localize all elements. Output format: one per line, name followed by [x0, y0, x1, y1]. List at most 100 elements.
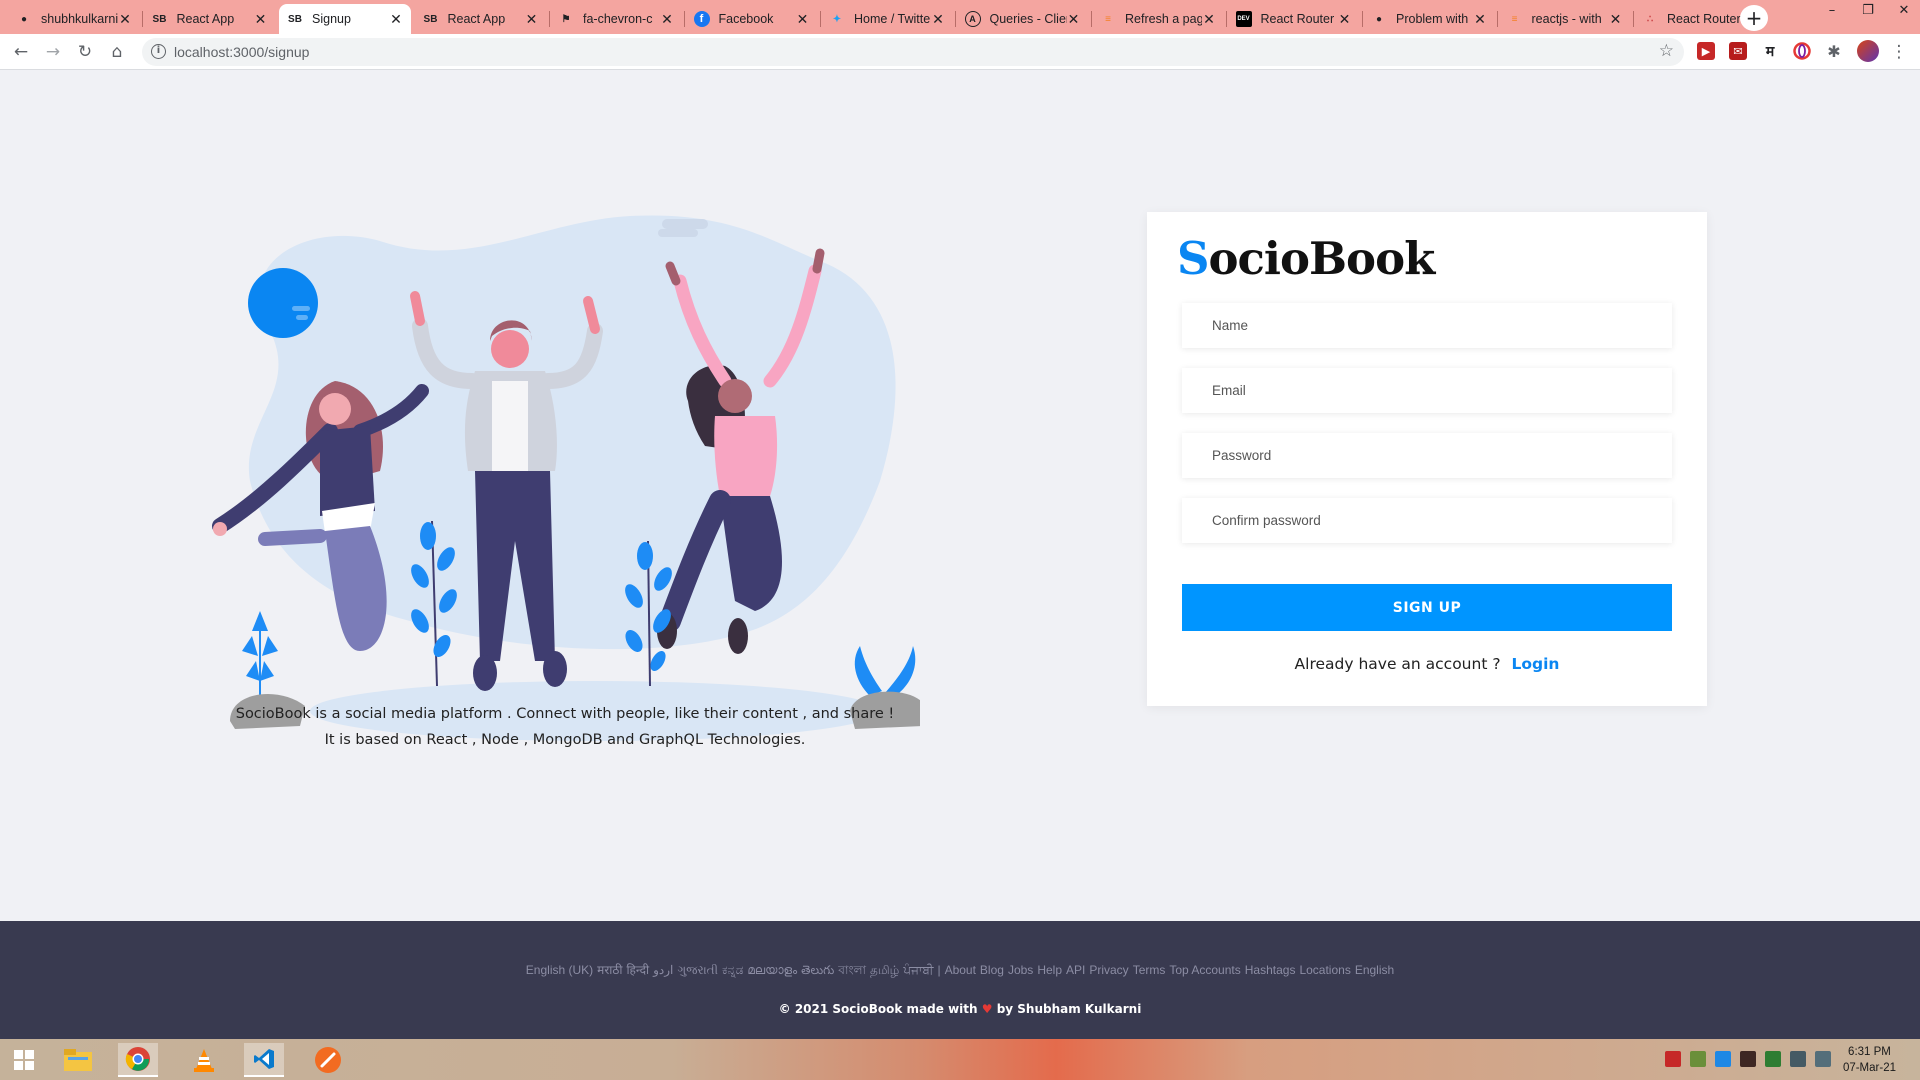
footer-link[interactable]: বাংলা — [838, 963, 866, 977]
tab-title: Signup — [312, 12, 351, 26]
footer-link[interactable]: മലയാളം — [747, 963, 797, 977]
bookmark-star-icon[interactable]: ☆ — [1659, 41, 1674, 61]
footer-link[interactable]: हिन्दी — [626, 963, 649, 977]
sketch-app-icon[interactable] — [308, 1043, 348, 1077]
footer-link[interactable]: ಕನ್ನಡ — [722, 963, 743, 977]
footer-link[interactable]: Locations — [1299, 963, 1350, 977]
browser-tab[interactable]: ● shubhkulkarni ✕ — [8, 4, 140, 34]
footer-link[interactable]: Top Accounts — [1169, 963, 1240, 977]
clock-time: 6:31 PM — [1848, 1046, 1891, 1058]
tray-nvidia-icon[interactable] — [1765, 1051, 1781, 1067]
clock-date: 07-Mar-21 — [1842, 1062, 1896, 1074]
footer-divider: | — [937, 963, 941, 977]
tab-title: React Router — [1667, 12, 1741, 26]
back-arrow-icon[interactable]: ← — [10, 41, 32, 63]
tab-close-icon[interactable]: ✕ — [118, 11, 132, 28]
footer-link[interactable]: मराठी — [597, 963, 622, 977]
profile-avatar[interactable] — [1857, 40, 1879, 62]
tab-close-icon[interactable]: ✕ — [525, 11, 539, 28]
extension-red-icon[interactable]: ▶ — [1697, 42, 1715, 60]
tab-close-icon[interactable]: ✕ — [1609, 11, 1623, 28]
browser-tab[interactable]: ✦ Home / Twitter ✕ — [821, 4, 953, 34]
tray-network-icon[interactable] — [1690, 1051, 1706, 1067]
tray-app-icon[interactable] — [1715, 1051, 1731, 1067]
reload-icon[interactable]: ↻ — [74, 41, 96, 63]
footer-link[interactable]: Jobs — [1008, 963, 1033, 977]
tab-close-icon[interactable]: ✕ — [1473, 11, 1487, 28]
forward-arrow-icon[interactable]: → — [42, 41, 64, 63]
windows-start-icon[interactable] — [4, 1043, 44, 1077]
chrome-taskbar-icon[interactable] — [118, 1043, 158, 1077]
tray-flag-icon[interactable] — [1665, 1051, 1681, 1067]
new-tab-button[interactable]: + — [1740, 5, 1768, 31]
browser-tab[interactable]: A Queries - Client✕ — [957, 4, 1089, 34]
tab-title: Problem with — [1396, 12, 1469, 26]
tray-battery-icon[interactable] — [1740, 1051, 1756, 1067]
tab-close-icon[interactable]: ✕ — [389, 11, 403, 28]
footer-link[interactable]: English (UK) — [526, 963, 593, 977]
footer-link[interactable]: தமிழ் — [870, 963, 899, 977]
sun-circle — [248, 268, 318, 338]
footer-link[interactable]: API — [1066, 963, 1085, 977]
footer-link[interactable]: తెలుగు — [801, 963, 834, 977]
vlc-icon[interactable] — [184, 1043, 224, 1077]
opera-icon[interactable] — [1793, 42, 1811, 60]
sign-up-button[interactable]: SIGN UP — [1182, 584, 1672, 631]
address-bar[interactable]: i localhost:3000/signup ☆ — [142, 38, 1684, 66]
dev-icon: DEV — [1235, 11, 1252, 27]
browser-tab[interactable]: DEV React Router ✕ — [1228, 4, 1360, 34]
extension-marathi-icon[interactable]: म — [1761, 42, 1779, 60]
extension-stamp-icon[interactable]: ✉ — [1729, 42, 1747, 60]
address-url[interactable]: localhost:3000/signup — [174, 44, 309, 60]
signup-card: SocioBook SIGN UP Already have an accoun… — [1147, 212, 1707, 706]
tab-close-icon[interactable]: ✕ — [931, 11, 945, 28]
email-input[interactable] — [1182, 368, 1672, 413]
tab-close-icon[interactable]: ✕ — [660, 11, 674, 28]
footer-link[interactable]: Blog — [980, 963, 1004, 977]
footer-link[interactable]: ગુજરાતી — [677, 963, 718, 977]
login-prompt: Already have an account ? Login — [1147, 655, 1707, 673]
footer-link[interactable]: About — [945, 963, 976, 977]
close-window-button[interactable]: ✕ — [1888, 0, 1920, 20]
home-icon[interactable]: ⌂ — [106, 41, 128, 63]
windows-taskbar: 6:31 PM 07-Mar-21 — [0, 1039, 1920, 1080]
password-input[interactable] — [1182, 433, 1672, 478]
sb-logo-icon: SB — [288, 13, 302, 25]
menu-dots-icon[interactable]: ⋮ — [1888, 41, 1910, 63]
tab-close-icon[interactable]: ✕ — [796, 11, 810, 28]
footer-link[interactable]: Help — [1037, 963, 1062, 977]
file-explorer-icon[interactable] — [58, 1043, 98, 1077]
browser-tab[interactable]: SB Signup ✕ — [279, 4, 411, 34]
tray-wifi-icon[interactable] — [1790, 1051, 1806, 1067]
login-link[interactable]: Login — [1512, 655, 1560, 673]
browser-tab[interactable]: ⚑ fa-chevron-c ✕ — [550, 4, 682, 34]
tray-volume-icon[interactable] — [1815, 1051, 1831, 1067]
vscode-icon[interactable] — [244, 1043, 284, 1077]
tab-close-icon[interactable]: ✕ — [254, 11, 268, 28]
confirm-password-input[interactable] — [1182, 498, 1672, 543]
tab-close-icon[interactable]: ✕ — [1338, 11, 1352, 28]
restore-button[interactable]: ❐ — [1852, 0, 1884, 20]
browser-tab[interactable]: ≡ Refresh a page ✕ — [1092, 4, 1224, 34]
name-input[interactable] — [1182, 303, 1672, 348]
footer-link[interactable]: Terms — [1133, 963, 1166, 977]
signup-page: SocioBook is a social media platform . C… — [0, 71, 1920, 921]
browser-tab[interactable]: ≡ reactjs - with ✕ — [1499, 4, 1631, 34]
browser-tab[interactable]: SB React App ✕ — [144, 4, 276, 34]
footer-link[interactable]: ਪੰਜਾਬੀ — [903, 963, 933, 977]
footer-link[interactable]: Hashtags — [1245, 963, 1296, 977]
tab-close-icon[interactable]: ✕ — [1067, 11, 1081, 28]
footer-link[interactable]: English — [1355, 963, 1394, 977]
logo-first-letter: S — [1177, 232, 1209, 285]
tab-close-icon[interactable]: ✕ — [1202, 11, 1216, 28]
site-info-icon[interactable]: i — [151, 44, 166, 59]
footer-link[interactable]: Privacy — [1089, 963, 1128, 977]
taskbar-clock[interactable]: 6:31 PM 07-Mar-21 — [1843, 1044, 1896, 1076]
browser-tab[interactable]: ● Problem with ✕ — [1363, 4, 1495, 34]
puzzle-extensions-icon[interactable]: ✱ — [1825, 42, 1843, 61]
footer-link[interactable]: اردو — [653, 963, 673, 977]
browser-tab[interactable]: f Facebook ✕ — [686, 4, 818, 34]
minimize-button[interactable]: – — [1816, 0, 1848, 20]
copyright-line: © 2021 SocioBook made with ♥ by Shubham … — [0, 1002, 1920, 1016]
browser-tab[interactable]: SB React App ✕ — [415, 4, 547, 34]
